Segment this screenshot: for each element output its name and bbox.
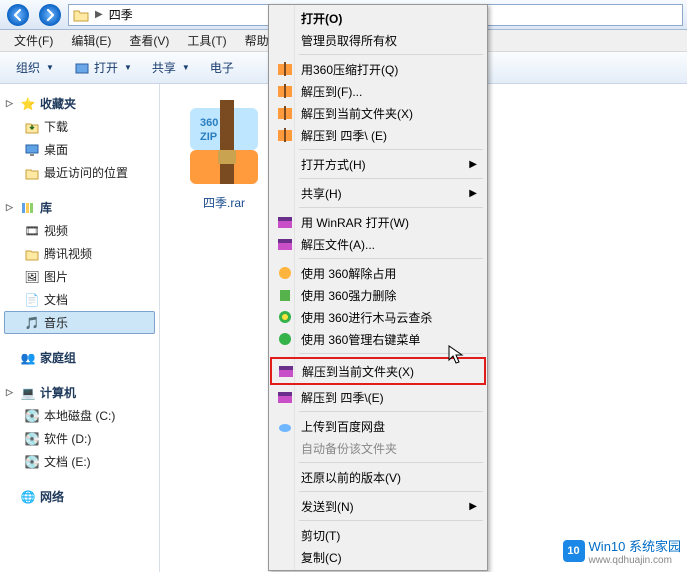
menu-tools[interactable]: 工具(T): [179, 30, 234, 51]
open-icon: [74, 60, 90, 76]
sidebar-item-drive-d[interactable]: 💽软件 (D:): [4, 427, 155, 450]
sidebar-item-recent[interactable]: 最近访问的位置: [4, 161, 155, 184]
ctx-extract-here[interactable]: 解压到当前文件夹(X): [271, 102, 485, 124]
sidebar-item-documents[interactable]: 📄文档: [4, 288, 155, 311]
ctx-cut[interactable]: 剪切(T): [271, 524, 485, 546]
sidebar-network[interactable]: 🌐网络: [4, 485, 155, 508]
picture-icon: 🖼: [24, 269, 40, 285]
ctx-360-free[interactable]: 使用 360解除占用: [271, 262, 485, 284]
winrar-icon: [276, 235, 294, 253]
sidebar-item-music[interactable]: 🎵音乐: [4, 311, 155, 334]
chevron-right-icon: ▶: [95, 9, 103, 20]
watermark-badge: 10: [563, 540, 585, 562]
menu-edit[interactable]: 编辑(E): [63, 30, 119, 51]
ctx-send-to[interactable]: 发送到(N)▶: [271, 495, 485, 517]
ctx-share[interactable]: 共享(H)▶: [271, 182, 485, 204]
video-icon: 🎞: [24, 223, 40, 239]
ctx-extract-to[interactable]: 解压到(F)...: [271, 80, 485, 102]
file-name: 四季.rar: [176, 194, 272, 211]
ctx-admin[interactable]: 管理员取得所有权: [271, 29, 485, 51]
folder-icon: [73, 7, 89, 23]
sidebar-homegroup[interactable]: 👥家庭组: [4, 346, 155, 369]
drive-icon: 💽: [24, 408, 40, 424]
ctx-extract-files[interactable]: 解压文件(A)...: [271, 233, 485, 255]
sidebar-item-pictures[interactable]: 🖼图片: [4, 265, 155, 288]
star-icon: ⭐: [20, 96, 36, 112]
ctx-copy[interactable]: 复制(C): [271, 546, 485, 568]
drive-icon: 💽: [24, 454, 40, 470]
forward-button[interactable]: [36, 2, 64, 28]
context-menu: 打开(O) 管理员取得所有权 用360压缩打开(Q) 解压到(F)... 解压到…: [268, 4, 488, 571]
sidebar-libraries[interactable]: ▷库: [4, 196, 155, 219]
watermark-title: Win10 系统家园: [589, 539, 681, 554]
zip-icon: [276, 126, 294, 144]
svg-text:ZIP: ZIP: [200, 131, 217, 143]
zip-icon: [276, 104, 294, 122]
ctx-auto-backup: 自动备份该文件夹: [271, 437, 485, 459]
sidebar: ▷⭐收藏夹 下载 桌面 最近访问的位置 ▷库 🎞视频 腾讯视频 🖼图片 📄文档 …: [0, 84, 160, 572]
zip-icon: [276, 60, 294, 78]
svg-text:360: 360: [200, 117, 218, 129]
unlock-360-icon: [276, 264, 294, 282]
toolbar-open[interactable]: 打开: [66, 56, 140, 79]
menu-360-icon: [276, 330, 294, 348]
sidebar-item-drive-c[interactable]: 💽本地磁盘 (C:): [4, 404, 155, 427]
ctx-360zip-open[interactable]: 用360压缩打开(Q): [271, 58, 485, 80]
sidebar-item-downloads[interactable]: 下载: [4, 115, 155, 138]
sidebar-item-desktop[interactable]: 桌面: [4, 138, 155, 161]
winrar-icon: [277, 362, 295, 380]
ctx-extract-folder-winrar[interactable]: 解压到 四季\(E): [271, 386, 485, 408]
download-icon: [24, 119, 40, 135]
zip-icon: [276, 82, 294, 100]
chevron-right-icon: ▶: [469, 188, 477, 199]
sidebar-item-tencent[interactable]: 腾讯视频: [4, 242, 155, 265]
ctx-open-with[interactable]: 打开方式(H)▶: [271, 153, 485, 175]
ctx-extract-folder[interactable]: 解压到 四季\ (E): [271, 124, 485, 146]
watermark-url: www.qdhuajin.com: [589, 555, 681, 566]
ctx-360-scan[interactable]: 使用 360进行木马云查杀: [271, 306, 485, 328]
document-icon: 📄: [24, 292, 40, 308]
sidebar-item-videos[interactable]: 🎞视频: [4, 219, 155, 242]
desktop-icon: [24, 142, 40, 158]
drive-icon: 💽: [24, 431, 40, 447]
back-button[interactable]: [4, 2, 32, 28]
sidebar-favorites[interactable]: ▷⭐收藏夹: [4, 92, 155, 115]
ctx-open[interactable]: 打开(O): [271, 7, 485, 29]
toolbar-email[interactable]: 电子: [202, 56, 242, 79]
cursor-icon: [448, 345, 464, 368]
scan-360-icon: [276, 308, 294, 326]
homegroup-icon: 👥: [20, 350, 36, 366]
sidebar-computer[interactable]: ▷💻计算机: [4, 381, 155, 404]
computer-icon: 💻: [20, 385, 36, 401]
path-segment[interactable]: 四季: [109, 6, 133, 23]
delete-360-icon: [276, 286, 294, 304]
ctx-360-force[interactable]: 使用 360强力删除: [271, 284, 485, 306]
sidebar-item-drive-e[interactable]: 💽文档 (E:): [4, 450, 155, 473]
cloud-icon: [276, 417, 294, 435]
library-icon: [20, 200, 36, 216]
recent-icon: [24, 165, 40, 181]
winrar-icon: [276, 213, 294, 231]
folder-icon: [24, 246, 40, 262]
toolbar-share[interactable]: 共享: [144, 56, 198, 79]
chevron-right-icon: ▶: [469, 501, 477, 512]
ctx-restore[interactable]: 还原以前的版本(V): [271, 466, 485, 488]
ctx-upload-baidu[interactable]: 上传到百度网盘: [271, 415, 485, 437]
ctx-winrar-open[interactable]: 用 WinRAR 打开(W): [271, 211, 485, 233]
watermark: 10 Win10 系统家园 www.qdhuajin.com: [563, 536, 681, 566]
file-item[interactable]: 360 ZIP 四季.rar: [176, 100, 272, 211]
winrar-icon: [276, 388, 294, 406]
chevron-right-icon: ▶: [469, 159, 477, 170]
toolbar-organize[interactable]: 组织: [8, 56, 62, 79]
archive-icon: 360 ZIP: [184, 100, 264, 190]
menu-file[interactable]: 文件(F): [6, 30, 61, 51]
menu-view[interactable]: 查看(V): [121, 30, 177, 51]
network-icon: 🌐: [20, 489, 36, 505]
music-icon: 🎵: [24, 315, 40, 331]
